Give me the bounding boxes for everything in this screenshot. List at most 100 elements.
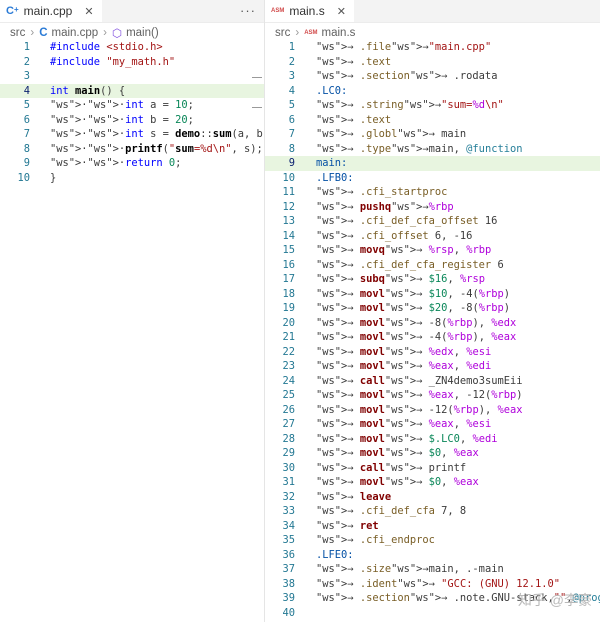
code-line[interactable]: 22 "ws">→ movl"ws">→ %edx, %esi — [265, 345, 600, 360]
code-text: "ws">→ movl"ws">→ $0, %eax — [316, 447, 479, 459]
code-line[interactable]: 33 "ws">→ .cfi_def_cfa 7, 8 — [265, 504, 600, 519]
line-number: 35 — [282, 534, 295, 546]
breadcrumb-item-file[interactable]: main.cpp — [52, 27, 99, 39]
code-line[interactable]: 7 "ws">·"ws">·int s = demo::sum(a, b); — [0, 127, 264, 142]
code-line[interactable]: 29 "ws">→ movl"ws">→ $0, %eax — [265, 446, 600, 461]
code-text: "ws">·"ws">·printf("sum=%d\n", s); — [50, 142, 263, 155]
code-line[interactable]: 3 — [0, 69, 264, 84]
code-line[interactable]: 9 "ws">·"ws">·return 0; — [0, 156, 264, 171]
line-number: 6 — [23, 113, 30, 126]
code-line[interactable]: 15 "ws">→ movq"ws">→ %rsp, %rbp — [265, 243, 600, 258]
breadcrumb-item-symbol[interactable]: main() — [126, 27, 159, 39]
code-line[interactable]: 31 "ws">→ movl"ws">→ $0, %eax — [265, 475, 600, 490]
code-line[interactable]: 17 "ws">→ subq"ws">→ $16, %rsp — [265, 272, 600, 287]
code-line[interactable]: 11 "ws">→ .cfi_startproc — [265, 185, 600, 200]
overview-ruler-mark — [252, 107, 262, 108]
close-icon[interactable]: ✕ — [84, 5, 93, 18]
code-line[interactable]: 30 "ws">→ call"ws">→ printf — [265, 461, 600, 476]
line-number: 12 — [282, 200, 295, 213]
code-text: "ws">→ .file"ws">→"main.cpp" — [316, 41, 492, 53]
code-text: #include <stdio.h> — [50, 41, 163, 53]
code-text: "ws">→ .cfi_endproc — [316, 534, 435, 546]
code-line[interactable]: 19 "ws">→ movl"ws">→ $20, -8(%rbp) — [265, 301, 600, 316]
asm-file-icon: ASM — [271, 8, 285, 14]
code-text: #include "my_math.h" — [50, 55, 176, 68]
code-line[interactable]: 5 "ws">→ .string"ws">→"sum=%d\n" — [265, 98, 600, 113]
code-text: "ws">→ movl"ws">→ $10, -4(%rbp) — [316, 287, 511, 300]
tab-main-cpp[interactable]: C + main.cpp ✕ — [0, 0, 102, 22]
line-number: 8 — [288, 142, 295, 155]
line-number: 38 — [282, 577, 295, 590]
code-line[interactable]: 12 "ws">→ pushq"ws">→%rbp — [265, 200, 600, 215]
line-number: 32 — [282, 490, 295, 503]
line-number: 27 — [282, 418, 295, 430]
code-text: "ws">→ movl"ws">→ -12(%rbp), %eax — [316, 403, 523, 416]
code-text: .LFB0: — [316, 171, 354, 184]
code-line[interactable]: 23 "ws">→ movl"ws">→ %eax, %edi — [265, 359, 600, 374]
code-line[interactable]: 34 "ws">→ ret — [265, 519, 600, 534]
line-number: 4 — [288, 84, 295, 97]
code-line[interactable]: 9 main: — [265, 156, 600, 171]
code-editor-left[interactable]: 1 #include <stdio.h> 2 #include "my_math.h"… — [0, 40, 264, 622]
code-line[interactable]: 10 .LFB0: — [265, 171, 600, 186]
code-line[interactable]: 13 "ws">→ .cfi_def_cfa_offset 16 — [265, 214, 600, 229]
code-text: "ws">·"ws">·int s = demo::sum(a, b); — [50, 128, 264, 140]
code-text: .LFE0: — [316, 548, 354, 561]
code-text: "ws">→ .text — [316, 55, 392, 68]
code-text: "ws">→ leave — [316, 490, 392, 503]
code-line[interactable]: 4 int main() { — [0, 83, 264, 98]
code-line[interactable]: 16 "ws">→ .cfi_def_cfa_register 6 — [265, 258, 600, 273]
code-text: } — [50, 171, 57, 184]
close-icon[interactable]: ✕ — [337, 5, 346, 18]
code-line[interactable]: 35 "ws">→ .cfi_endproc — [265, 533, 600, 548]
code-line[interactable]: 2 #include "my_math.h" — [0, 55, 264, 70]
line-number: 23 — [282, 360, 295, 372]
code-text: "ws">→ call"ws">→ _ZN4demo3sumEii — [316, 374, 523, 387]
code-text: "ws">→ .string"ws">→"sum=%d\n" — [316, 99, 504, 111]
code-line[interactable]: 6 "ws">·"ws">·int b = 20; — [0, 113, 264, 128]
code-line[interactable]: 1 "ws">→ .file"ws">→"main.cpp" — [265, 40, 600, 55]
line-number: 6 — [288, 113, 295, 126]
line-number: 28 — [282, 432, 295, 445]
right-tab-bar: ASM main.s ✕ — [265, 0, 600, 23]
chevron-right-icon: › — [103, 27, 108, 39]
breadcrumb-item-src[interactable]: src — [10, 27, 25, 39]
asm-file-icon: ASM — [304, 30, 318, 36]
code-line[interactable]: 32 "ws">→ leave — [265, 490, 600, 505]
code-line[interactable]: 6 "ws">→ .text — [265, 113, 600, 128]
code-line[interactable]: 7 "ws">→ .globl"ws">→ main — [265, 127, 600, 142]
code-line[interactable]: 27 "ws">→ movl"ws">→ %eax, %esi — [265, 417, 600, 432]
code-line[interactable]: 25 "ws">→ movl"ws">→ %eax, -12(%rbp) — [265, 388, 600, 403]
code-text: "ws">→ .cfi_def_cfa 7, 8 — [316, 505, 467, 517]
line-number: 31 — [282, 476, 295, 488]
code-line[interactable]: 14 "ws">→ .cfi_offset 6, -16 — [265, 229, 600, 244]
code-line[interactable]: 38 "ws">→ .ident"ws">→ "GCC: (GNU) 12.1.0… — [265, 577, 600, 592]
code-line[interactable]: 20 "ws">→ movl"ws">→ -8(%rbp), %edx — [265, 316, 600, 331]
breadcrumb-item-file[interactable]: main.s — [322, 27, 356, 39]
left-editor-pane: C + main.cpp ✕ ··· src › C main.cpp › ⬡ m… — [0, 0, 265, 622]
code-line[interactable]: 1 #include <stdio.h> — [0, 40, 264, 55]
line-number: 5 — [288, 99, 295, 111]
code-line[interactable]: 24 "ws">→ call"ws">→ _ZN4demo3sumEii — [265, 374, 600, 389]
code-line[interactable]: 26 "ws">→ movl"ws">→ -12(%rbp), %eax — [265, 403, 600, 418]
code-line[interactable]: 18 "ws">→ movl"ws">→ $10, -4(%rbp) — [265, 287, 600, 302]
code-line[interactable]: 8 "ws">·"ws">·printf("sum=%d\n", s); — [0, 142, 264, 157]
code-line[interactable]: 21 "ws">→ movl"ws">→ -4(%rbp), %eax — [265, 330, 600, 345]
tab-main-s[interactable]: ASM main.s ✕ — [265, 0, 354, 22]
code-line[interactable]: 2 "ws">→ .text — [265, 55, 600, 70]
code-line[interactable]: 28 "ws">→ movl"ws">→ $.LC0, %edi — [265, 432, 600, 447]
line-number: 1 — [23, 41, 30, 53]
line-number: 10 — [17, 171, 30, 184]
code-line[interactable]: 10} — [0, 171, 264, 186]
code-line[interactable]: 3 "ws">→ .section"ws">→ .rodata — [265, 69, 600, 84]
code-line[interactable]: 5 "ws">·"ws">·int a = 10; — [0, 98, 264, 113]
code-line[interactable]: 36 .LFE0: — [265, 548, 600, 563]
code-editor-right[interactable]: 1 "ws">→ .file"ws">→"main.cpp" 2 "ws">→ .te… — [265, 40, 600, 622]
code-line[interactable]: 4 .LC0: — [265, 84, 600, 99]
more-actions-icon[interactable]: ··· — [240, 3, 256, 18]
breadcrumb-item-src[interactable]: src — [275, 27, 290, 39]
code-line[interactable]: 37 "ws">→ .size"ws">→main, .-main — [265, 562, 600, 577]
code-text: "ws">→ .cfi_def_cfa_register 6 — [316, 258, 504, 271]
code-text: "ws">→ .text — [316, 113, 392, 126]
code-line[interactable]: 8 "ws">→ .type"ws">→main, @function — [265, 142, 600, 157]
